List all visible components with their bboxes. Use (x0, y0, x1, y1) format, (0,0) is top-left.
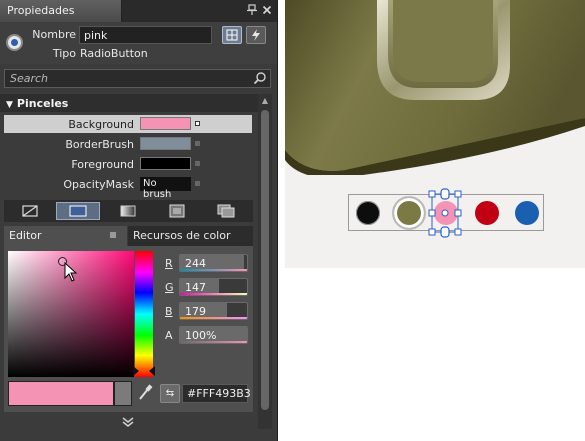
channel-gradient-strip (180, 341, 247, 343)
brush-row-foreground[interactable]: Foreground (4, 155, 252, 173)
tab-editor-label: Editor (9, 229, 42, 242)
name-label: Nombre (32, 28, 76, 41)
borderbrush-swatch[interactable] (140, 137, 191, 150)
pin-icon[interactable] (246, 4, 258, 16)
name-input[interactable] (79, 26, 212, 44)
object-header: Nombre Tipo RadioButton (0, 22, 277, 64)
hue-marker-right-icon[interactable] (149, 366, 155, 376)
artboard (285, 0, 585, 268)
channel-gradient-strip (180, 269, 247, 271)
brush-row-label: Background (68, 118, 134, 131)
radiobutton-blue[interactable] (515, 201, 539, 225)
brushes-section-header[interactable]: ▼ Pinceles (0, 94, 258, 112)
color-editor: R 244 G 147 B 179 A 100% ⇆ #FFF493B3 (4, 246, 253, 412)
device-image (285, 0, 585, 175)
alpha-channel-field[interactable]: 100% (179, 326, 248, 344)
properties-view-button[interactable] (222, 26, 242, 44)
eyedropper-icon[interactable] (137, 384, 153, 402)
design-surface (279, 0, 585, 441)
panel-title: Propiedades (0, 0, 122, 22)
hex-value-field[interactable]: #FFF493B3 (182, 384, 251, 403)
search-input[interactable] (5, 70, 250, 87)
current-color-swatch (8, 381, 114, 406)
tab-color-resources[interactable]: Recursos de color (128, 226, 253, 246)
foreground-swatch[interactable] (140, 157, 191, 170)
search-icon[interactable] (253, 71, 267, 85)
brush-resources-tab[interactable] (204, 202, 248, 220)
brush-row-label: Foreground (71, 158, 134, 171)
scroll-thumb[interactable] (261, 110, 269, 410)
tab-marker-icon (110, 232, 116, 238)
properties-scrollbar[interactable]: ▲ (258, 94, 272, 429)
brush-row-opacitymask[interactable]: OpacityMask No brush (4, 175, 252, 200)
brushes-section-title: Pinceles (16, 97, 69, 110)
advanced-options-marker[interactable] (195, 121, 200, 126)
channel-gradient-strip (180, 293, 247, 295)
red-channel-field[interactable]: 244 (179, 254, 248, 272)
green-channel-field[interactable]: 147 (179, 278, 248, 296)
radiobutton-red[interactable] (475, 201, 499, 225)
swap-arrows-icon: ⇆ (165, 388, 175, 399)
expand-chevron-icon[interactable] (121, 416, 135, 428)
tile-brush-icon (169, 204, 185, 218)
gradient-brush-tab[interactable] (106, 202, 150, 220)
radiobutton-type-icon (6, 34, 23, 51)
brush-row-borderbrush[interactable]: BorderBrush (4, 135, 252, 153)
opacitymask-value[interactable]: No brush (140, 177, 191, 200)
scroll-up-arrow-icon[interactable]: ▲ (258, 96, 272, 106)
radiobutton-olive[interactable] (392, 196, 426, 230)
mouse-pointer-icon (64, 262, 78, 282)
blue-channel-label: B (165, 305, 173, 318)
collapse-triangle-icon: ▼ (6, 100, 13, 110)
initial-color-swatch[interactable] (114, 381, 132, 406)
swap-color-format-button[interactable]: ⇆ (160, 384, 180, 403)
brush-row-label: BorderBrush (65, 138, 134, 151)
close-icon[interactable] (261, 4, 273, 16)
green-channel-label: G (165, 281, 174, 294)
advanced-options-marker[interactable] (195, 161, 200, 166)
properties-panel: Propiedades Nombre Tipo RadioButton ▼Pin… (0, 0, 278, 441)
tile-brush-tab[interactable] (155, 202, 199, 220)
advanced-options-marker[interactable] (195, 181, 200, 186)
no-brush-tab[interactable] (8, 202, 52, 220)
brush-row-label: OpacityMask (63, 178, 134, 191)
search-box (4, 69, 271, 88)
brush-resources-icon (217, 204, 235, 218)
events-view-button[interactable] (246, 26, 266, 44)
alpha-channel-label: A (165, 329, 173, 342)
type-label: Tipo (52, 47, 76, 60)
gradient-brush-icon (120, 205, 136, 217)
properties-grid-icon (226, 29, 238, 41)
type-value: RadioButton (80, 47, 148, 60)
tab-editor[interactable]: Editor (4, 226, 127, 246)
panel-titlebar: Propiedades (0, 0, 277, 22)
solid-brush-icon (69, 205, 87, 217)
radiobutton-group (348, 188, 544, 238)
color-editor-tabs: Editor Recursos de color (4, 226, 253, 246)
hue-marker-left-icon[interactable] (133, 366, 139, 376)
channel-gradient-strip (180, 317, 247, 319)
selection-adorner[interactable] (427, 188, 463, 238)
advanced-options-marker[interactable] (195, 141, 200, 146)
radiobutton-black[interactable] (356, 201, 380, 225)
hue-slider[interactable] (135, 251, 153, 377)
blue-channel-field[interactable]: 179 (179, 302, 248, 320)
background-swatch[interactable] (140, 117, 191, 130)
no-brush-icon (22, 205, 38, 217)
brush-type-tabs (4, 200, 253, 222)
brush-row-background[interactable]: Background (4, 115, 252, 133)
red-channel-label: R (165, 257, 173, 270)
saturation-value-picker[interactable] (8, 251, 134, 377)
lightning-icon (252, 29, 260, 41)
solid-brush-tab[interactable] (56, 202, 100, 220)
